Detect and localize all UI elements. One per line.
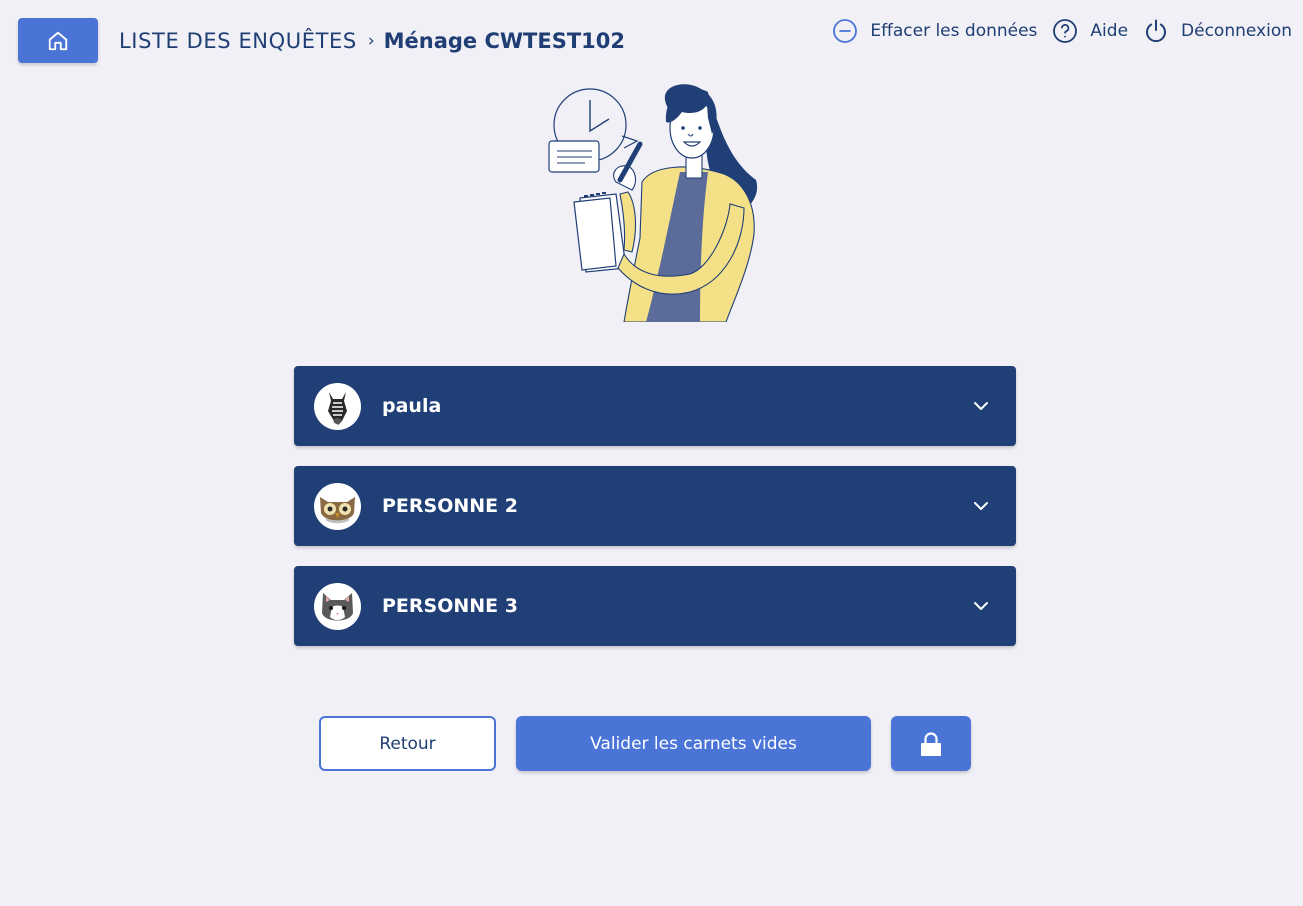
clear-data-button[interactable]: Effacer les données bbox=[832, 18, 1037, 44]
back-button[interactable]: Retour bbox=[319, 716, 496, 771]
chevron-down-icon bbox=[974, 502, 988, 510]
chevron-down-icon bbox=[974, 402, 988, 410]
minus-circle-icon bbox=[833, 19, 858, 43]
chevron-down-icon bbox=[974, 602, 988, 610]
breadcrumb-separator: › bbox=[367, 31, 375, 51]
header-actions: Effacer les données Aide Déconnexion bbox=[832, 17, 1292, 45]
person-accordion-personne-3[interactable]: PERSONNE 3 bbox=[294, 566, 1016, 646]
home-icon bbox=[48, 31, 68, 50]
logout-button[interactable]: Déconnexion bbox=[1143, 18, 1292, 44]
zebra-icon bbox=[314, 382, 361, 430]
lock-icon bbox=[921, 731, 941, 756]
power-icon bbox=[1146, 19, 1167, 43]
home-button[interactable] bbox=[18, 18, 98, 63]
question-circle-icon bbox=[1053, 19, 1078, 43]
person-accordion-paula[interactable]: paula bbox=[294, 366, 1016, 446]
breadcrumb-current-household: Ménage CWTEST102 bbox=[383, 29, 626, 53]
lock-button[interactable] bbox=[891, 716, 971, 771]
clear-data-label: Effacer les données bbox=[870, 21, 1038, 41]
breadcrumb: LISTE DES ENQUÊTES › Ménage CWTEST102 bbox=[119, 26, 625, 56]
person-accordion-personne-2[interactable]: PERSONNE 2 bbox=[294, 466, 1016, 546]
cat-icon bbox=[314, 582, 361, 630]
logout-label: Déconnexion bbox=[1181, 21, 1292, 41]
help-label: Aide bbox=[1090, 21, 1129, 41]
person-name: paula bbox=[382, 395, 442, 417]
person-name: PERSONNE 3 bbox=[382, 595, 518, 617]
help-button[interactable]: Aide bbox=[1052, 18, 1128, 44]
survey-household-page: LISTE DES ENQUÊTES › Ménage CWTEST102 Ef… bbox=[0, 0, 1303, 906]
person-name: PERSONNE 2 bbox=[382, 495, 518, 517]
woman-taking-notes-illustration bbox=[548, 84, 758, 322]
breadcrumb-surveys-link[interactable]: LISTE DES ENQUÊTES bbox=[119, 29, 357, 53]
owl-icon bbox=[314, 482, 361, 530]
validate-empty-diaries-button[interactable]: Valider les carnets vides bbox=[516, 716, 871, 771]
